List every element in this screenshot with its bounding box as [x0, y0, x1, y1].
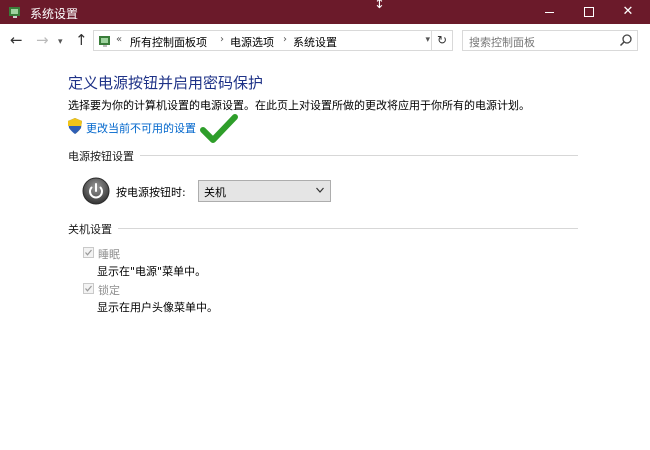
address-bar[interactable]: « 所有控制面板项 › 电源选项 › 系统设置 ▾ ↻ [93, 30, 453, 51]
window-title: 系统设置 [30, 7, 79, 21]
back-button[interactable]: ← [10, 32, 23, 48]
search-input[interactable]: 搜索控制面板 [469, 34, 535, 50]
lock-checkbox[interactable] [83, 283, 94, 294]
uac-shield-icon [68, 118, 82, 134]
up-button[interactable]: ↑ [75, 32, 88, 48]
address-dropdown-icon[interactable]: ▾ [425, 35, 430, 45]
chevron-down-icon [316, 187, 324, 193]
sleep-checkbox[interactable] [83, 247, 94, 258]
search-box[interactable]: 搜索控制面板 [462, 30, 638, 51]
search-icon [619, 34, 632, 47]
sleep-label: 睡眠 [98, 248, 120, 261]
checkbox-check-icon [85, 249, 92, 256]
lock-description: 显示在用户头像菜单中。 [97, 301, 218, 314]
breadcrumb-item[interactable]: 所有控制面板项 [130, 34, 207, 50]
section-divider [68, 228, 578, 229]
checkmark-icon [200, 114, 238, 143]
section-divider [68, 155, 578, 156]
breadcrumb-separator-icon[interactable]: › [283, 34, 287, 45]
breadcrumb-item[interactable]: 系统设置 [293, 34, 337, 50]
section-title: 电源按钮设置 [68, 148, 140, 164]
power-button-action-label: 按电源按钮时: [116, 186, 186, 199]
change-unavailable-settings-link[interactable]: 更改当前不可用的设置 [86, 120, 196, 136]
power-button-icon [82, 177, 110, 205]
sleep-description: 显示在"电源"菜单中。 [97, 265, 207, 278]
forward-button[interactable]: → [36, 32, 49, 48]
refresh-button[interactable]: ↻ [431, 31, 452, 50]
maximize-icon [584, 7, 594, 17]
page-title: 定义电源按钮并启用密码保护 [68, 74, 264, 92]
section-title: 关机设置 [68, 221, 118, 237]
navigation-bar: ← → ▾ ↑ « 所有控制面板项 › 电源选项 › 系统设置 ▾ ↻ 搜索控制… [0, 24, 650, 58]
shutdown-settings-header: 关机设置 [68, 221, 578, 237]
breadcrumb-item[interactable]: 电源选项 [230, 34, 274, 50]
minimize-icon [545, 12, 554, 13]
minimize-button[interactable] [528, 0, 572, 24]
title-bar: 系统设置 ↕ ✕ [0, 0, 650, 24]
select-value: 关机 [204, 186, 226, 199]
control-panel-icon [9, 7, 20, 18]
overflow-chevron-icon[interactable]: « [116, 34, 122, 45]
breadcrumb-separator-icon[interactable]: › [220, 34, 224, 45]
lock-label: 锁定 [98, 284, 120, 297]
page-description: 选择要为你的计算机设置的电源设置。在此页上对设置所做的更改将应用于你所有的电源计… [68, 99, 530, 112]
recent-locations-dropdown[interactable]: ▾ [58, 34, 63, 50]
checkbox-check-icon [85, 285, 92, 292]
close-button[interactable]: ✕ [606, 0, 650, 24]
mouse-cursor-icon: ↕ [374, 0, 385, 12]
power-button-action-select[interactable]: 关机 [198, 180, 331, 202]
power-button-settings-header: 电源按钮设置 [68, 148, 578, 164]
maximize-button[interactable] [567, 0, 611, 24]
control-panel-icon [99, 36, 110, 47]
close-icon: ✕ [622, 4, 634, 19]
